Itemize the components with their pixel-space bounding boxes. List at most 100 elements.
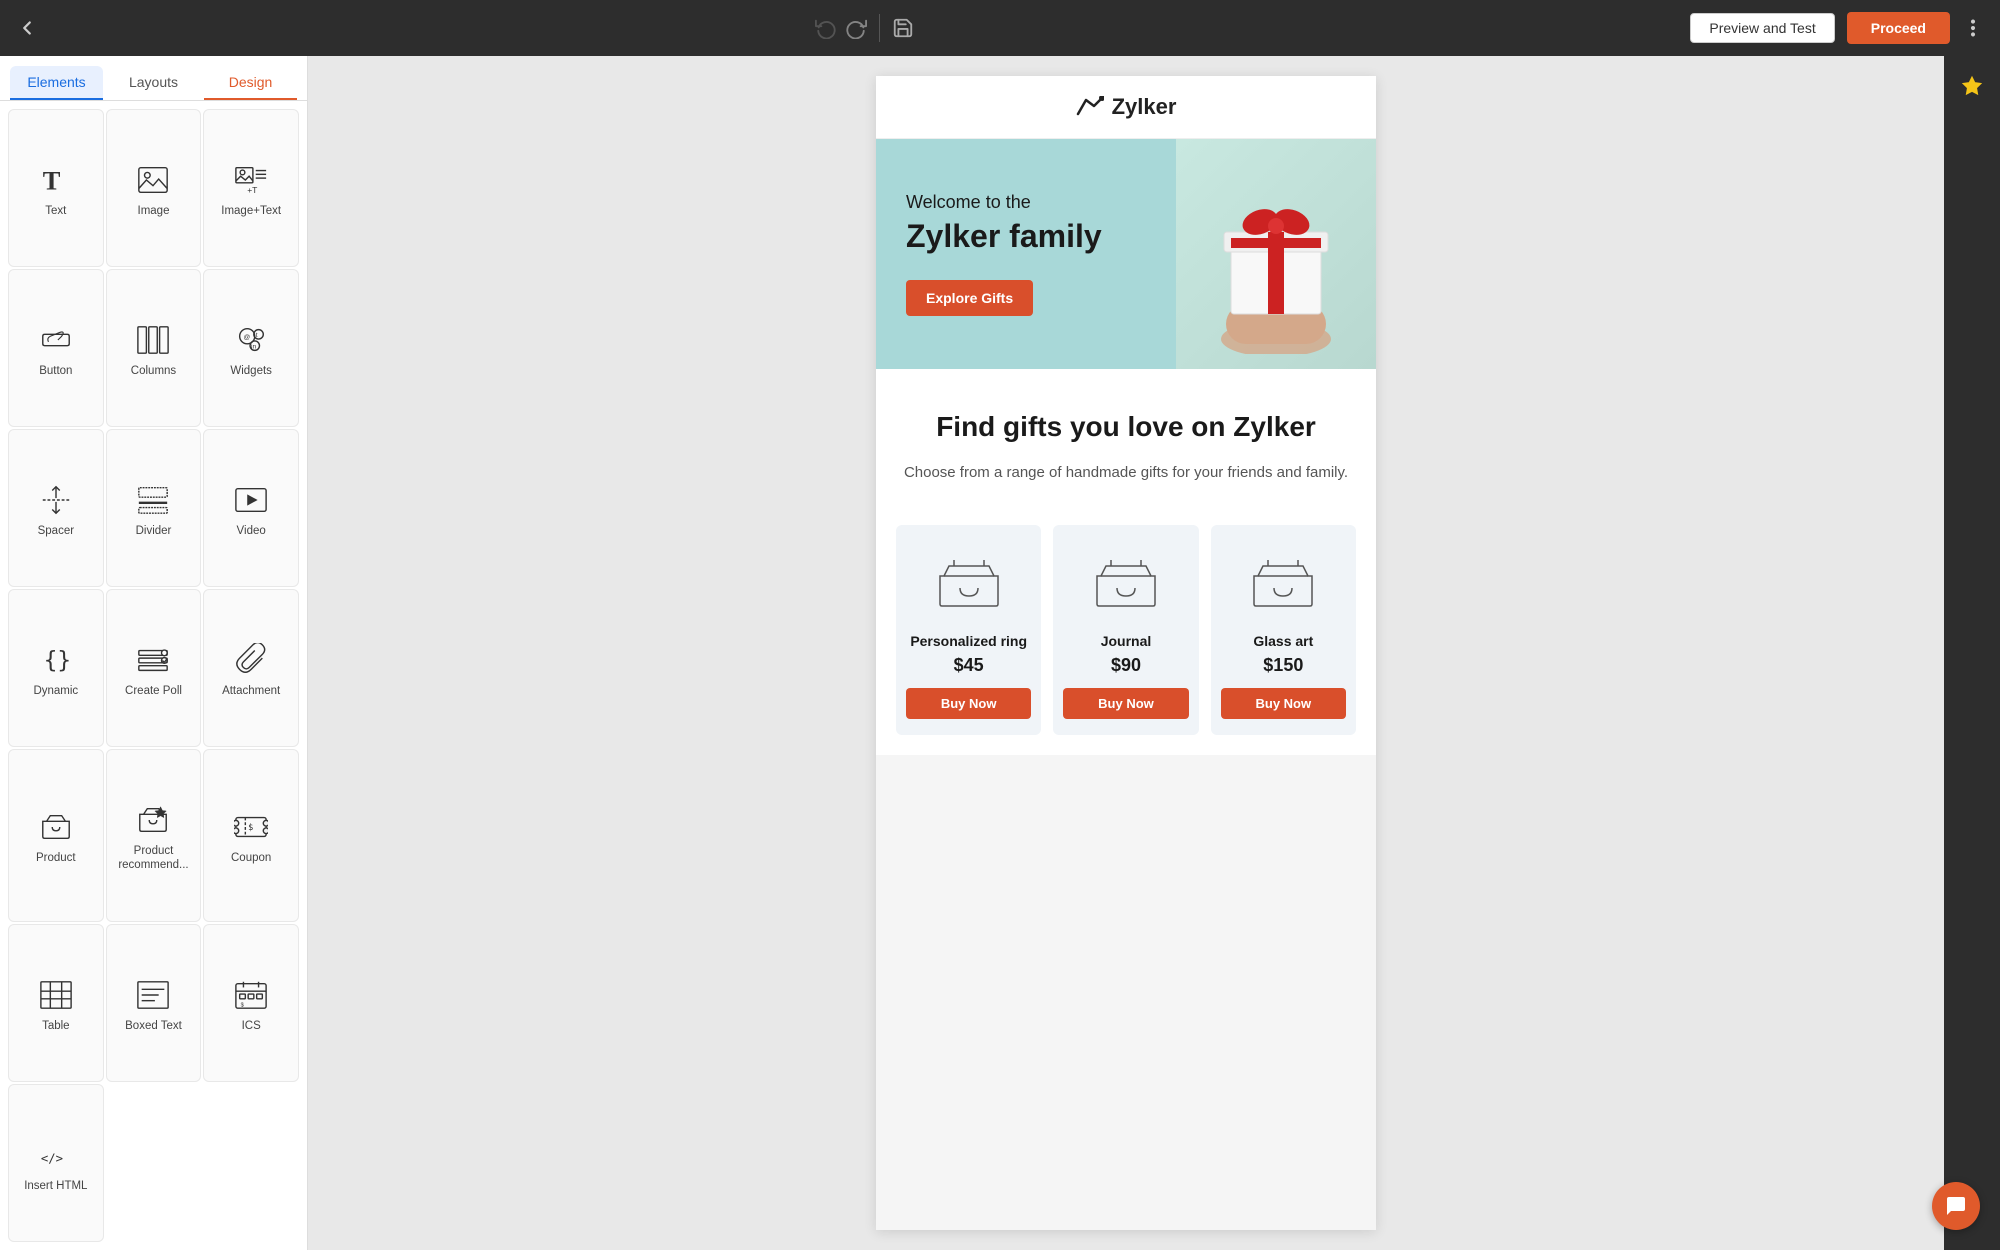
table-icon [36,977,76,1013]
product-card-3: Glass art $150 Buy Now [1211,525,1356,735]
zylker-logo: Zylker [894,94,1358,120]
element-ics[interactable]: $ ICS [203,924,299,1082]
element-video-label: Video [237,524,266,539]
element-divider-label: Divider [136,524,172,539]
video-icon [231,482,271,518]
product-price-1: $45 [954,655,984,676]
element-boxed-text[interactable]: Boxed Text [106,924,202,1082]
text-icon: T [36,162,76,198]
element-create-poll[interactable]: Create Poll [106,589,202,747]
back-button[interactable] [16,17,38,39]
hero-title: Zylker family [906,217,1146,255]
element-text[interactable]: T Text [8,109,104,267]
element-ics-label: ICS [242,1019,261,1034]
topbar-center [815,14,914,42]
element-dynamic-label: Dynamic [33,684,78,699]
element-dynamic[interactable]: {} Dynamic [8,589,104,747]
boxed-text-icon [133,977,173,1013]
element-image-text[interactable]: +T Image+Text [203,109,299,267]
element-product[interactable]: Product [8,749,104,922]
hero-text-area: Welcome to the Zylker family Explore Gif… [876,139,1176,369]
product-price-3: $150 [1263,655,1303,676]
image-icon [133,162,173,198]
element-text-label: Text [45,204,66,219]
more-button[interactable] [1962,17,1984,39]
product-img-2 [1086,541,1166,621]
svg-text:t: t [256,332,258,339]
tab-layouts[interactable]: Layouts [107,66,200,100]
product-buy-button-1[interactable]: Buy Now [906,688,1031,719]
section-title-area: Find gifts you love on Zylker Choose fro… [876,369,1376,505]
element-image-label: Image [138,204,170,219]
element-spacer[interactable]: Spacer [8,429,104,587]
element-columns-label: Columns [131,364,176,379]
email-header: Zylker [876,76,1376,139]
topbar-divider [879,14,880,42]
preview-button[interactable]: Preview and Test [1690,13,1834,43]
section-title: Find gifts you love on Zylker [896,409,1356,445]
element-divider[interactable]: Divider [106,429,202,587]
element-columns[interactable]: Columns [106,269,202,427]
ics-icon: $ [231,977,271,1013]
product-img-1 [929,541,1009,621]
element-coupon-label: Coupon [231,851,271,866]
main-layout: Elements Layouts Design T Text Image [0,56,2000,1250]
product-buy-button-3[interactable]: Buy Now [1221,688,1346,719]
product-price-2: $90 [1111,655,1141,676]
chat-icon [1944,1194,1968,1218]
element-video[interactable]: Video [203,429,299,587]
chat-bubble[interactable] [1932,1182,1980,1230]
element-insert-html[interactable]: </> Insert HTML [8,1084,104,1242]
element-attachment[interactable]: Attachment [203,589,299,747]
product-buy-button-2[interactable]: Buy Now [1063,688,1188,719]
widgets-icon: @ t in [231,322,271,358]
svg-text:in: in [251,343,256,350]
tab-elements[interactable]: Elements [10,66,103,100]
element-image-text-label: Image+Text [221,204,281,219]
elements-grid: T Text Image +T Image+Text [0,101,307,1250]
topbar-right: Preview and Test Proceed [1690,12,1984,44]
element-spacer-label: Spacer [38,524,74,539]
element-widgets-label: Widgets [230,364,272,379]
element-boxed-text-label: Boxed Text [125,1019,182,1034]
attachment-icon [231,642,271,678]
product-card-1: Personalized ring $45 Buy Now [896,525,1041,735]
element-widgets[interactable]: @ t in Widgets [203,269,299,427]
proceed-button[interactable]: Proceed [1847,12,1950,44]
star-button[interactable] [1952,66,1992,106]
svg-text:T: T [43,165,61,195]
element-button[interactable]: Button [8,269,104,427]
html-icon: </> [36,1137,76,1173]
product-name-1: Personalized ring [910,633,1027,649]
section-subtitle: Choose from a range of handmade gifts fo… [896,461,1356,485]
svg-text:$: $ [241,1002,245,1008]
button-icon [36,322,76,358]
element-create-poll-label: Create Poll [125,684,182,699]
hero-section: Welcome to the Zylker family Explore Gif… [876,139,1376,369]
element-product-label: Product [36,851,76,866]
element-table[interactable]: Table [8,924,104,1082]
undo-button[interactable] [815,17,837,39]
hero-image [1176,139,1376,369]
svg-text:{}: {} [44,647,71,673]
svg-text:+T: +T [247,185,257,195]
hero-subtitle: Welcome to the [906,192,1146,213]
hero-explore-button[interactable]: Explore Gifts [906,280,1033,316]
element-product-recommend[interactable]: Product recommend... [106,749,202,922]
element-button-label: Button [39,364,72,379]
element-insert-html-label: Insert HTML [24,1179,87,1194]
poll-icon [133,642,173,678]
gift-box-image [1196,154,1356,354]
tab-design[interactable]: Design [204,66,297,100]
logo-mark-icon [1076,96,1104,118]
divider-icon [133,482,173,518]
element-coupon[interactable]: $ Coupon [203,749,299,922]
save-button[interactable] [892,17,914,39]
product-name-2: Journal [1101,633,1152,649]
products-section: Personalized ring $45 Buy Now Journal $9… [876,505,1376,755]
element-product-recommend-label: Product recommend... [113,844,195,874]
redo-button[interactable] [845,17,867,39]
svg-text:</>: </> [41,1151,63,1165]
dynamic-icon: {} [36,642,76,678]
element-image[interactable]: Image [106,109,202,267]
